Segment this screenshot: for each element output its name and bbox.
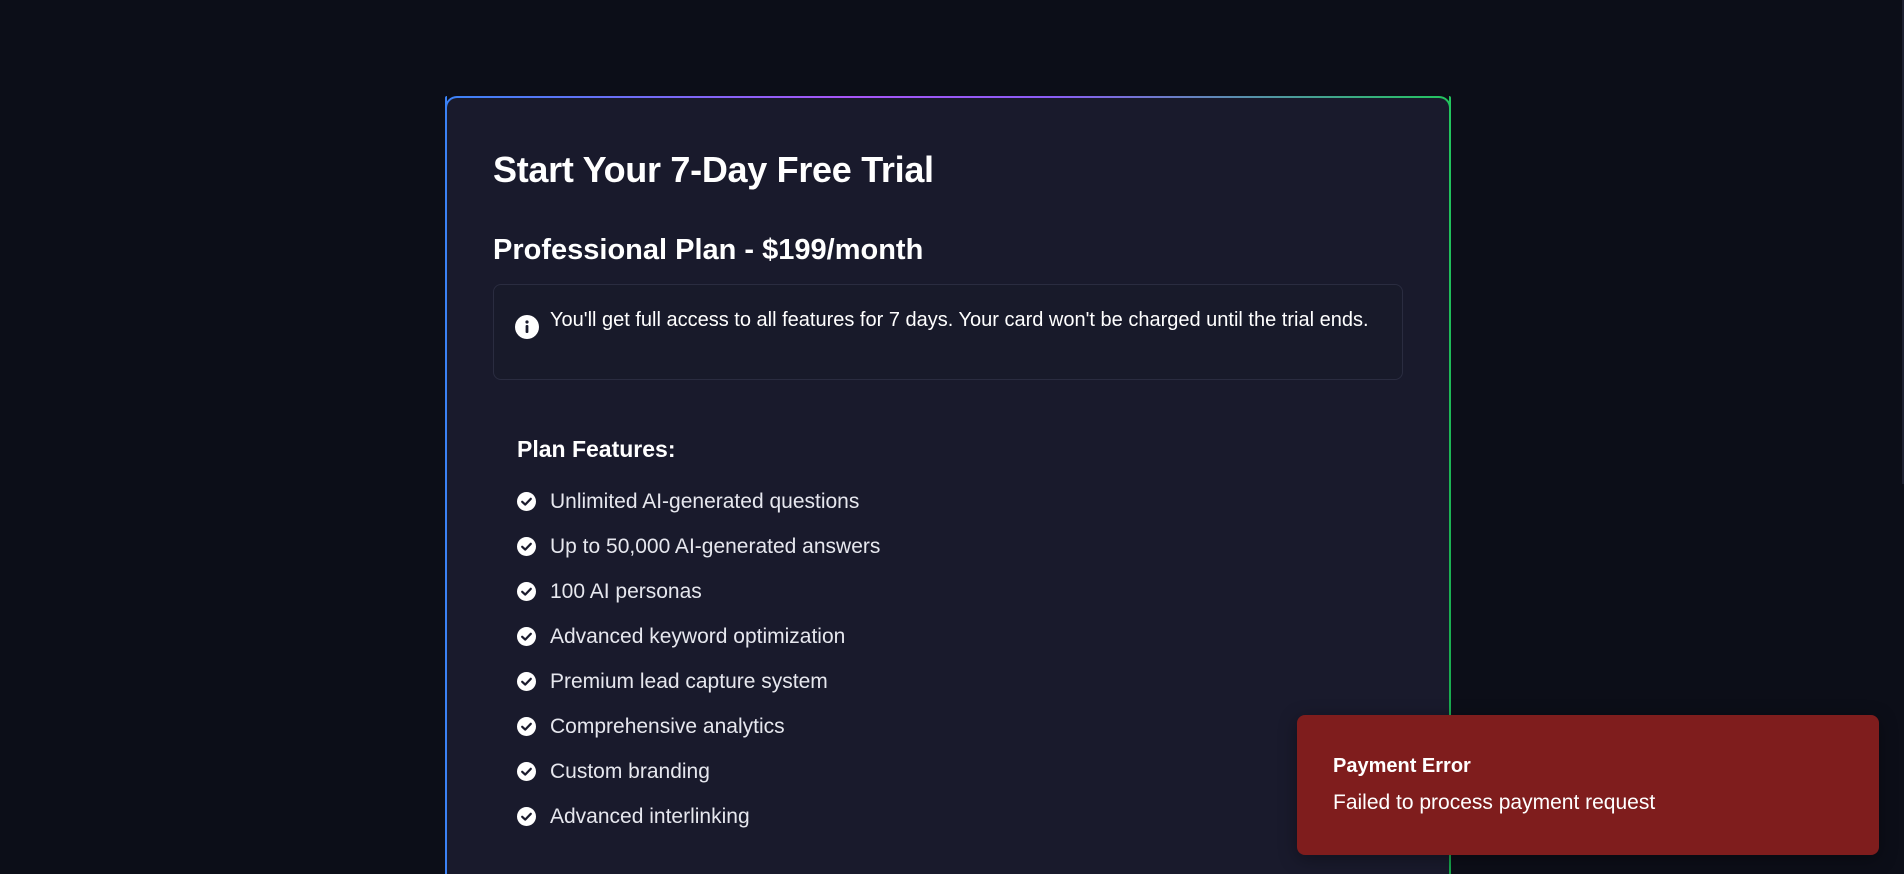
feature-item: Premium lead capture system (517, 659, 880, 704)
feature-label: 100 AI personas (550, 579, 702, 603)
feature-label: Comprehensive analytics (550, 714, 785, 738)
plan-name: Professional Plan - $199/month (493, 234, 924, 266)
feature-item: Advanced keyword optimization (517, 614, 880, 659)
check-circle-icon (517, 627, 536, 646)
feature-label: Advanced interlinking (550, 804, 750, 828)
check-circle-icon (517, 582, 536, 601)
feature-label: Advanced keyword optimization (550, 624, 846, 648)
page-title: Start Your 7-Day Free Trial (493, 149, 934, 190)
feature-item: 100 AI personas (517, 569, 880, 614)
feature-label: Premium lead capture system (550, 669, 828, 693)
feature-item: Up to 50,000 AI-generated answers (517, 524, 880, 569)
payment-error-toast[interactable]: Payment Error Failed to process payment … (1297, 715, 1879, 855)
trial-info-text: You'll get full access to all features f… (550, 309, 1369, 331)
feature-item: Unlimited AI-generated questions (517, 479, 880, 524)
check-circle-icon (517, 762, 536, 781)
check-circle-icon (517, 807, 536, 826)
trial-info-box: You'll get full access to all features f… (493, 284, 1403, 380)
feature-item: Comprehensive analytics (517, 704, 880, 749)
check-circle-icon (517, 717, 536, 736)
features-heading: Plan Features: (517, 436, 676, 462)
check-circle-icon (517, 492, 536, 511)
check-circle-icon (517, 672, 536, 691)
check-circle-icon (517, 537, 536, 556)
info-circle-icon (515, 315, 539, 339)
feature-label: Custom branding (550, 759, 710, 783)
feature-item: Custom branding (517, 749, 880, 794)
toast-title: Payment Error (1333, 755, 1471, 777)
feature-label: Up to 50,000 AI-generated answers (550, 534, 881, 558)
feature-item: Advanced interlinking (517, 794, 880, 839)
toast-message: Failed to process payment request (1333, 791, 1656, 814)
features-list: Unlimited AI-generated questions Up to 5… (517, 479, 880, 839)
feature-label: Unlimited AI-generated questions (550, 489, 860, 513)
page: Start Your 7-Day Free Trial Professional… (0, 0, 1904, 874)
